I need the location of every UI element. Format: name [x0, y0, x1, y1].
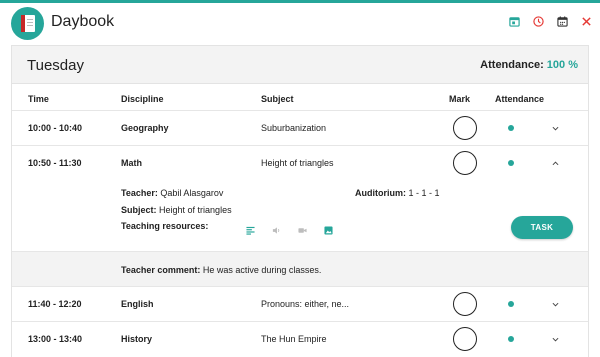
- app-title: Daybook: [51, 13, 115, 30]
- chevron-down-icon[interactable]: [549, 298, 561, 310]
- mark-circle[interactable]: [453, 292, 477, 316]
- attendance-summary-value: 100 %: [546, 59, 578, 71]
- text-resource-icon[interactable]: [245, 225, 255, 235]
- lesson-discipline: History: [121, 334, 153, 344]
- detail-resources-label: Teaching resources:: [121, 221, 209, 231]
- teacher-comment: Teacher comment: He was active during cl…: [121, 265, 321, 275]
- task-button[interactable]: TASK: [511, 216, 573, 239]
- lesson-discipline: Geography: [121, 123, 169, 133]
- teacher-comment-label: Teacher comment:: [121, 265, 201, 275]
- chevron-up-icon[interactable]: [549, 157, 561, 169]
- column-header-attendance: Attendance: [495, 94, 545, 104]
- column-header-subject: Subject: [261, 94, 294, 104]
- calendar-icon[interactable]: [555, 14, 569, 28]
- lesson-discipline: English: [121, 299, 154, 309]
- daybook-logo-icon: [11, 7, 44, 40]
- detail-teacher-value: Qabil Alasgarov: [160, 188, 224, 198]
- chevron-down-icon[interactable]: [549, 333, 561, 345]
- detail-auditorium-value: 1 - 1 - 1: [408, 188, 440, 198]
- day-header: Tuesday Attendance: 100 %: [12, 46, 588, 84]
- lesson-time: 11:40 - 12:20: [28, 299, 82, 309]
- detail-subject-value: Height of triangles: [159, 205, 232, 215]
- lesson-row[interactable]: 11:40 - 12:20 English Pronouns: either, …: [12, 287, 588, 321]
- mark-circle[interactable]: [453, 151, 477, 175]
- lesson-subject: Pronouns: either, ne...: [261, 299, 350, 309]
- lesson-row[interactable]: 10:00 - 10:40 Geography Suburbanization: [12, 111, 588, 145]
- detail-auditorium-label: Auditorium:: [355, 188, 406, 198]
- lesson-time: 13:00 - 13:40: [28, 334, 83, 344]
- audio-resource-icon[interactable]: [271, 225, 281, 235]
- mark-circle[interactable]: [453, 116, 477, 140]
- attendance-summary-label: Attendance:: [480, 59, 544, 71]
- mark-circle[interactable]: [453, 327, 477, 351]
- detail-resources: Teaching resources:: [121, 221, 208, 231]
- detail-teacher-label: Teacher:: [121, 188, 158, 198]
- chevron-down-icon[interactable]: [549, 122, 561, 134]
- lesson-subject: Height of triangles: [261, 158, 334, 168]
- app-header: Daybook: [0, 3, 600, 41]
- attendance-present-dot: [508, 125, 514, 131]
- column-header-mark: Mark: [449, 94, 471, 104]
- lesson-subject: The Hun Empire: [261, 334, 327, 344]
- detail-subject-label: Subject:: [121, 205, 157, 215]
- attendance-present-dot: [508, 336, 514, 342]
- detail-auditorium: Auditorium: 1 - 1 - 1: [355, 188, 440, 198]
- video-resource-icon[interactable]: [297, 225, 307, 235]
- lesson-row[interactable]: 10:50 - 11:30 Math Height of triangles: [12, 146, 588, 180]
- lesson-time: 10:50 - 11:30: [28, 158, 82, 168]
- lesson-row[interactable]: 13:00 - 13:40 History The Hun Empire: [12, 322, 588, 356]
- lesson-time: 10:00 - 10:40: [28, 123, 83, 133]
- attendance-present-dot: [508, 160, 514, 166]
- teacher-comment-bar: Teacher comment: He was active during cl…: [12, 251, 588, 287]
- lesson-discipline: Math: [121, 158, 142, 168]
- daybook-card: Tuesday Attendance: 100 % Time Disciplin…: [11, 45, 589, 357]
- lesson-subject: Suburbanization: [261, 123, 327, 133]
- day-name: Tuesday: [27, 57, 84, 74]
- calendar-day-icon[interactable]: [507, 14, 521, 28]
- image-resource-icon[interactable]: [323, 225, 333, 235]
- close-icon[interactable]: [579, 14, 593, 28]
- clock-icon[interactable]: [531, 14, 545, 28]
- teacher-comment-value: He was active during classes.: [202, 265, 322, 275]
- attendance-summary: Attendance: 100 %: [480, 59, 578, 71]
- detail-teacher: Teacher: Qabil Alasgarov: [121, 188, 223, 198]
- attendance-present-dot: [508, 301, 514, 307]
- detail-subject: Subject: Height of triangles: [121, 205, 232, 215]
- column-header-discipline: Discipline: [121, 94, 164, 104]
- column-header-time: Time: [28, 94, 49, 104]
